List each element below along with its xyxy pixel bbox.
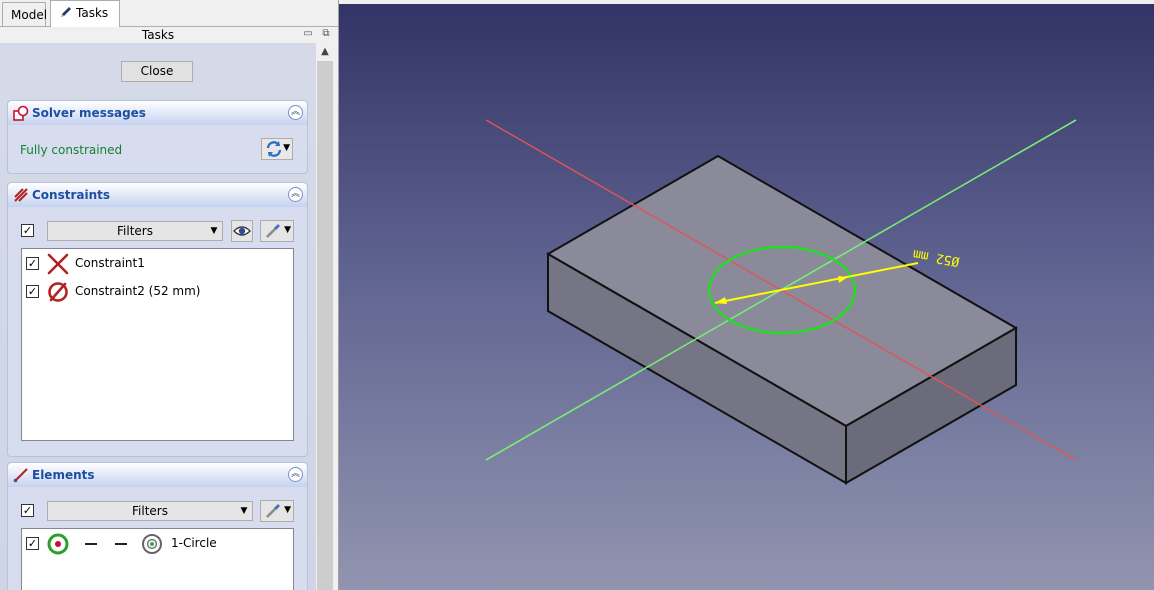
elements-settings-button[interactable]: ▼ xyxy=(260,500,294,522)
tab-tasks[interactable]: Tasks xyxy=(50,0,120,27)
collapse-solver-icon[interactable]: ︽ xyxy=(288,105,303,120)
tab-model-label: Model xyxy=(11,8,48,22)
solver-messages-title: Solver messages xyxy=(32,106,146,120)
brush-icon xyxy=(266,223,281,238)
tab-bar: Model Tasks xyxy=(0,0,338,27)
circle-edge-icon xyxy=(47,533,69,555)
solver-icon xyxy=(13,105,29,121)
diameter-constraint-icon xyxy=(48,282,68,302)
list-item[interactable]: ✓ Constraint1 xyxy=(26,252,286,276)
float-icon[interactable]: ▭ xyxy=(302,28,314,40)
constraint2-label: Constraint2 (52 mm) xyxy=(75,284,201,298)
elements-filter-label: Filters xyxy=(132,504,168,518)
solver-messages-header[interactable]: Solver messages ︽ xyxy=(8,101,307,125)
coincident-constraint-icon xyxy=(47,253,69,275)
circle-element-label: 1-Circle xyxy=(171,536,217,550)
list-item[interactable]: ✓ 1-Circle xyxy=(26,532,294,556)
constraints-select-all-checkbox[interactable]: ✓ xyxy=(21,224,34,237)
elements-select-all-checkbox[interactable]: ✓ xyxy=(21,504,34,517)
solver-status: Fully constrained xyxy=(20,143,123,157)
scroll-thumb[interactable] xyxy=(317,61,333,590)
circle-element-icon xyxy=(142,534,162,554)
panel-title: Tasks xyxy=(141,28,175,42)
3d-viewport[interactable]: Ø52 mm xyxy=(339,4,1154,590)
elements-icon xyxy=(13,468,28,483)
elements-panel: Elements ︽ ✓ Filters ▼ ▼ ✓ 1-Circle xyxy=(7,462,308,590)
list-item[interactable]: ✓ Constraint2 (52 mm) xyxy=(26,280,286,304)
chevron-down-icon: ▼ xyxy=(210,226,218,236)
tab-model[interactable]: Model xyxy=(2,2,48,26)
constraint1-checkbox[interactable]: ✓ xyxy=(26,257,39,270)
constraints-icon xyxy=(14,188,28,202)
diameter-dimension-label[interactable]: Ø52 mm xyxy=(912,246,961,269)
chevron-down-icon: ▼ xyxy=(284,225,291,235)
scene-canvas[interactable]: Ø52 mm xyxy=(339,4,1154,590)
constraints-header[interactable]: Constraints ︽ xyxy=(8,183,307,207)
auto-update-button[interactable]: ▼ xyxy=(261,138,293,160)
constraints-filter-label: Filters xyxy=(117,224,153,238)
elements-list[interactable]: ✓ 1-Circle xyxy=(21,528,294,590)
constraints-panel: Constraints ︽ ✓ Filters ▼ ▼ ✓ Constraint… xyxy=(7,182,308,457)
vertical-scrollbar[interactable]: ▲ xyxy=(316,43,334,590)
brush-icon xyxy=(266,503,281,518)
visibility-button[interactable] xyxy=(231,220,253,242)
circle-element-checkbox[interactable]: ✓ xyxy=(26,537,39,550)
tab-tasks-label: Tasks xyxy=(76,6,109,20)
constraint1-label: Constraint1 xyxy=(75,256,145,270)
solver-messages-panel: Solver messages ︽ Fully constrained ▼ xyxy=(7,100,308,174)
task-panel: Model Tasks Tasks ▭ ⧉ ▲ Close Solver mes… xyxy=(0,0,339,590)
collapse-elements-icon[interactable]: ︽ xyxy=(288,467,303,482)
eye-icon xyxy=(233,226,251,236)
start-point-dash-icon xyxy=(85,543,97,545)
elements-title: Elements xyxy=(32,468,95,482)
undock-icon[interactable]: ⧉ xyxy=(320,28,332,40)
elements-filter-dropdown[interactable]: Filters ▼ xyxy=(47,501,253,521)
constraints-title: Constraints xyxy=(32,188,111,202)
chevron-down-icon: ▼ xyxy=(283,143,290,153)
chevron-down-icon: ▼ xyxy=(284,505,291,515)
end-point-dash-icon xyxy=(115,543,127,545)
pencil-icon xyxy=(61,7,71,17)
close-button[interactable]: Close xyxy=(121,61,193,82)
refresh-icon xyxy=(266,141,282,157)
constraint2-checkbox[interactable]: ✓ xyxy=(26,285,39,298)
chevron-down-icon: ▼ xyxy=(240,506,248,516)
constraints-list[interactable]: ✓ Constraint1 ✓ Constraint2 (52 mm) xyxy=(21,248,294,441)
constraints-filter-dropdown[interactable]: Filters ▼ xyxy=(47,221,223,241)
scroll-up-icon[interactable]: ▲ xyxy=(316,43,334,61)
constraints-settings-button[interactable]: ▼ xyxy=(260,220,294,242)
elements-header[interactable]: Elements ︽ xyxy=(8,463,307,487)
collapse-constraints-icon[interactable]: ︽ xyxy=(288,187,303,202)
